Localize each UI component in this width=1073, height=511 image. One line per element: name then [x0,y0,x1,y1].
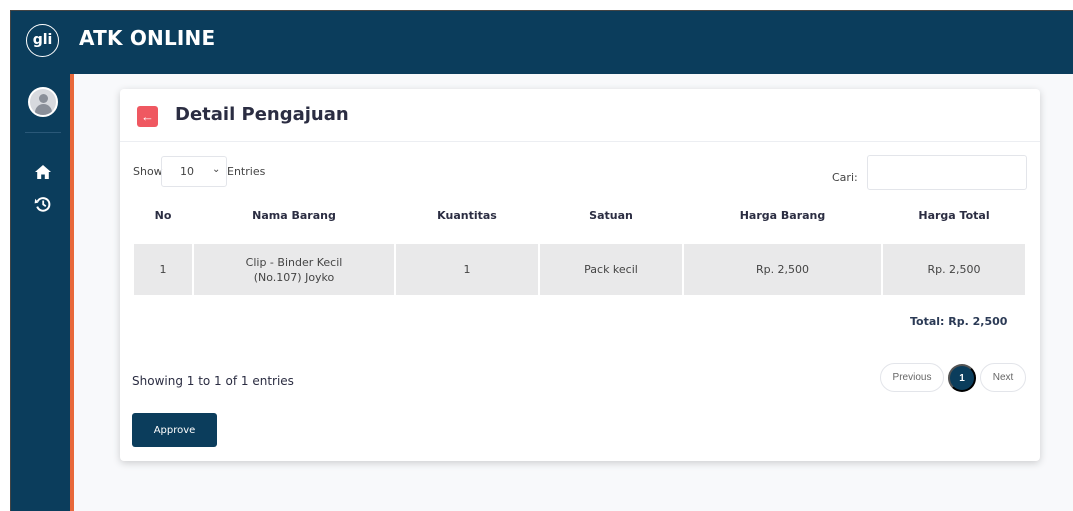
cell-no: 1 [134,244,192,295]
avatar-body [35,104,52,115]
column-header-harga-barang[interactable]: Harga Barang [684,209,881,222]
cell-harga-barang: Rp. 2,500 [684,244,881,295]
home-icon[interactable] [33,162,53,182]
entries-label: Entries [227,165,266,178]
cell-harga-total: Rp. 2,500 [883,244,1025,295]
logo: gli [26,24,59,57]
column-header-harga-total[interactable]: Harga Total [883,209,1025,222]
cell-satuan: Pack kecil [540,244,682,295]
cell-nama-barang: Clip - Binder Kecil (No.107) Joyko [194,244,394,295]
chevron-down-icon: ⌄ [212,164,221,175]
cell-kuantitas: 1 [396,244,538,295]
column-header-nama-barang[interactable]: Nama Barang [194,209,394,222]
show-label: Show [133,165,163,178]
app-window: gli ATK ONLINE ← Detail Pengajuan Show 1… [10,10,1073,511]
approve-button[interactable]: Approve [132,413,217,447]
top-bar: gli ATK ONLINE [11,11,1073,74]
column-header-satuan[interactable]: Satuan [540,209,682,222]
history-icon[interactable] [33,194,53,214]
detail-card: ← Detail Pengajuan Show 10 ⌄ Entries Car… [120,89,1040,461]
avatar-head [39,94,48,103]
back-button[interactable]: ← [137,106,158,127]
sidebar-divider [25,132,61,133]
app-title: ATK ONLINE [79,26,216,50]
sidebar [11,74,74,511]
showing-entries-info: Showing 1 to 1 of 1 entries [132,374,294,388]
pagination-next-button[interactable]: Next [980,363,1026,392]
page-title: Detail Pengajuan [175,104,349,125]
pagination-previous-button[interactable]: Previous [880,363,944,392]
pagination-page-1[interactable]: 1 [948,364,976,392]
column-header-no[interactable]: No [134,209,192,222]
search-label: Cari: [832,171,858,184]
column-header-kuantitas[interactable]: Kuantitas [396,209,538,222]
user-avatar[interactable] [28,87,58,117]
search-input[interactable] [867,155,1027,190]
entries-select[interactable]: 10 ⌄ [161,156,227,187]
card-header: ← Detail Pengajuan [120,89,1040,142]
total-amount: Total: Rp. 2,500 [910,315,1008,328]
entries-value: 10 [180,165,194,178]
